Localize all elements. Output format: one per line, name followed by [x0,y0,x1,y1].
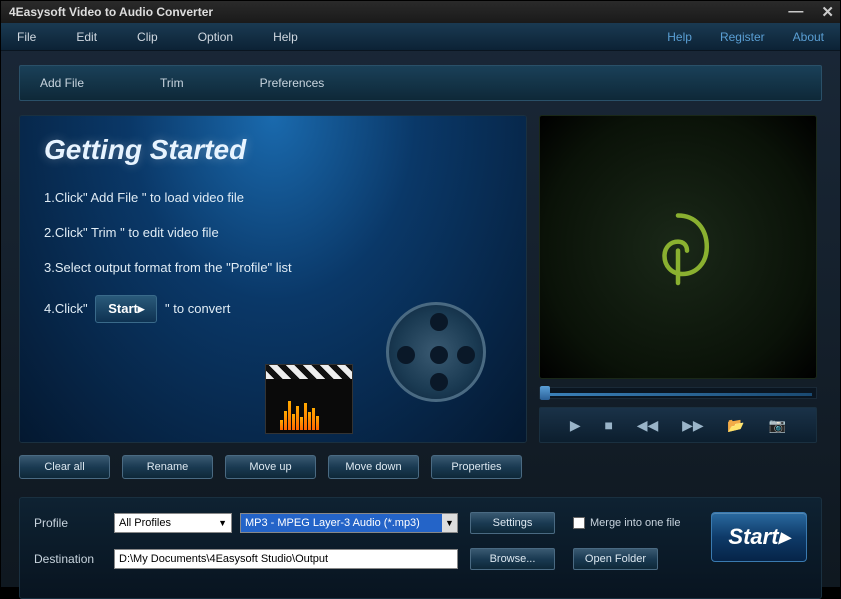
preview-panel [539,115,817,379]
browse-button[interactable]: Browse... [470,548,555,570]
destination-input[interactable]: D:\My Documents\4Easysoft Studio\Output [114,549,458,569]
welcome-screen: Getting Started 1.Click" Add File " to l… [20,116,526,442]
start-inline-button: Start▸ [95,295,157,323]
seek-bar[interactable] [539,387,817,399]
player-controls: ▶ ■ ◀◀ ▶▶ 📂 📷 [539,407,817,443]
openfolder-button[interactable]: Open Folder [573,548,658,570]
next-button[interactable]: ▶▶ [682,417,704,434]
movedown-button[interactable]: Move down [328,455,419,479]
minimize-button[interactable]: — [788,3,803,21]
link-register[interactable]: Register [720,30,765,44]
profile-label: Profile [34,516,114,530]
rename-button[interactable]: Rename [122,455,213,479]
titlebar: 4Easysoft Video to Audio Converter — ✕ [1,1,840,23]
profile-format-combo[interactable]: MP3 - MPEG Layer-3 Audio (*.mp3)▼ [240,513,458,533]
open-button[interactable]: 📂 [727,417,744,434]
step-3: 3.Select output format from the "Profile… [44,260,502,275]
equalizer-icon [280,398,340,430]
film-reel-icon [386,302,496,412]
app-window: 4Easysoft Video to Audio Converter — ✕ F… [0,0,841,588]
seek-thumb[interactable] [540,386,550,400]
menubar: File Edit Clip Option Help Help Register… [1,23,840,51]
menu-edit[interactable]: Edit [76,30,97,44]
snapshot-button[interactable]: 📷 [769,417,786,434]
bottom-panel: Profile All Profiles▼ MP3 - MPEG Layer-3… [19,497,822,599]
toolbar: Add File Trim Preferences [19,65,822,101]
toolbar-prefs[interactable]: Preferences [260,76,325,90]
step-1: 1.Click" Add File " to load video file [44,190,502,205]
link-help[interactable]: Help [667,30,692,44]
properties-button[interactable]: Properties [431,455,522,479]
logo-icon [633,202,723,292]
close-button[interactable]: ✕ [821,3,834,21]
moveup-button[interactable]: Move up [225,455,316,479]
checkbox-box[interactable] [573,517,585,529]
toolbar-trim[interactable]: Trim [160,76,184,90]
start-button[interactable]: Start▸ [711,512,807,562]
profile-filter-combo[interactable]: All Profiles▼ [114,513,232,533]
menu-file[interactable]: File [17,30,36,44]
clearall-button[interactable]: Clear all [19,455,110,479]
menu-clip[interactable]: Clip [137,30,158,44]
welcome-title: Getting Started [44,134,502,166]
window-title: 4Easysoft Video to Audio Converter [9,5,213,19]
file-list-panel: Getting Started 1.Click" Add File " to l… [19,115,527,443]
step-2: 2.Click" Trim " to edit video file [44,225,502,240]
merge-checkbox[interactable]: Merge into one file [573,517,681,529]
menu-help[interactable]: Help [273,30,298,44]
menu-option[interactable]: Option [198,30,233,44]
link-about[interactable]: About [793,30,824,44]
play-button[interactable]: ▶ [570,417,581,434]
prev-button[interactable]: ◀◀ [637,417,659,434]
stop-button[interactable]: ■ [604,417,612,433]
settings-button[interactable]: Settings [470,512,555,534]
toolbar-addfile[interactable]: Add File [40,76,84,90]
destination-label: Destination [34,552,114,566]
